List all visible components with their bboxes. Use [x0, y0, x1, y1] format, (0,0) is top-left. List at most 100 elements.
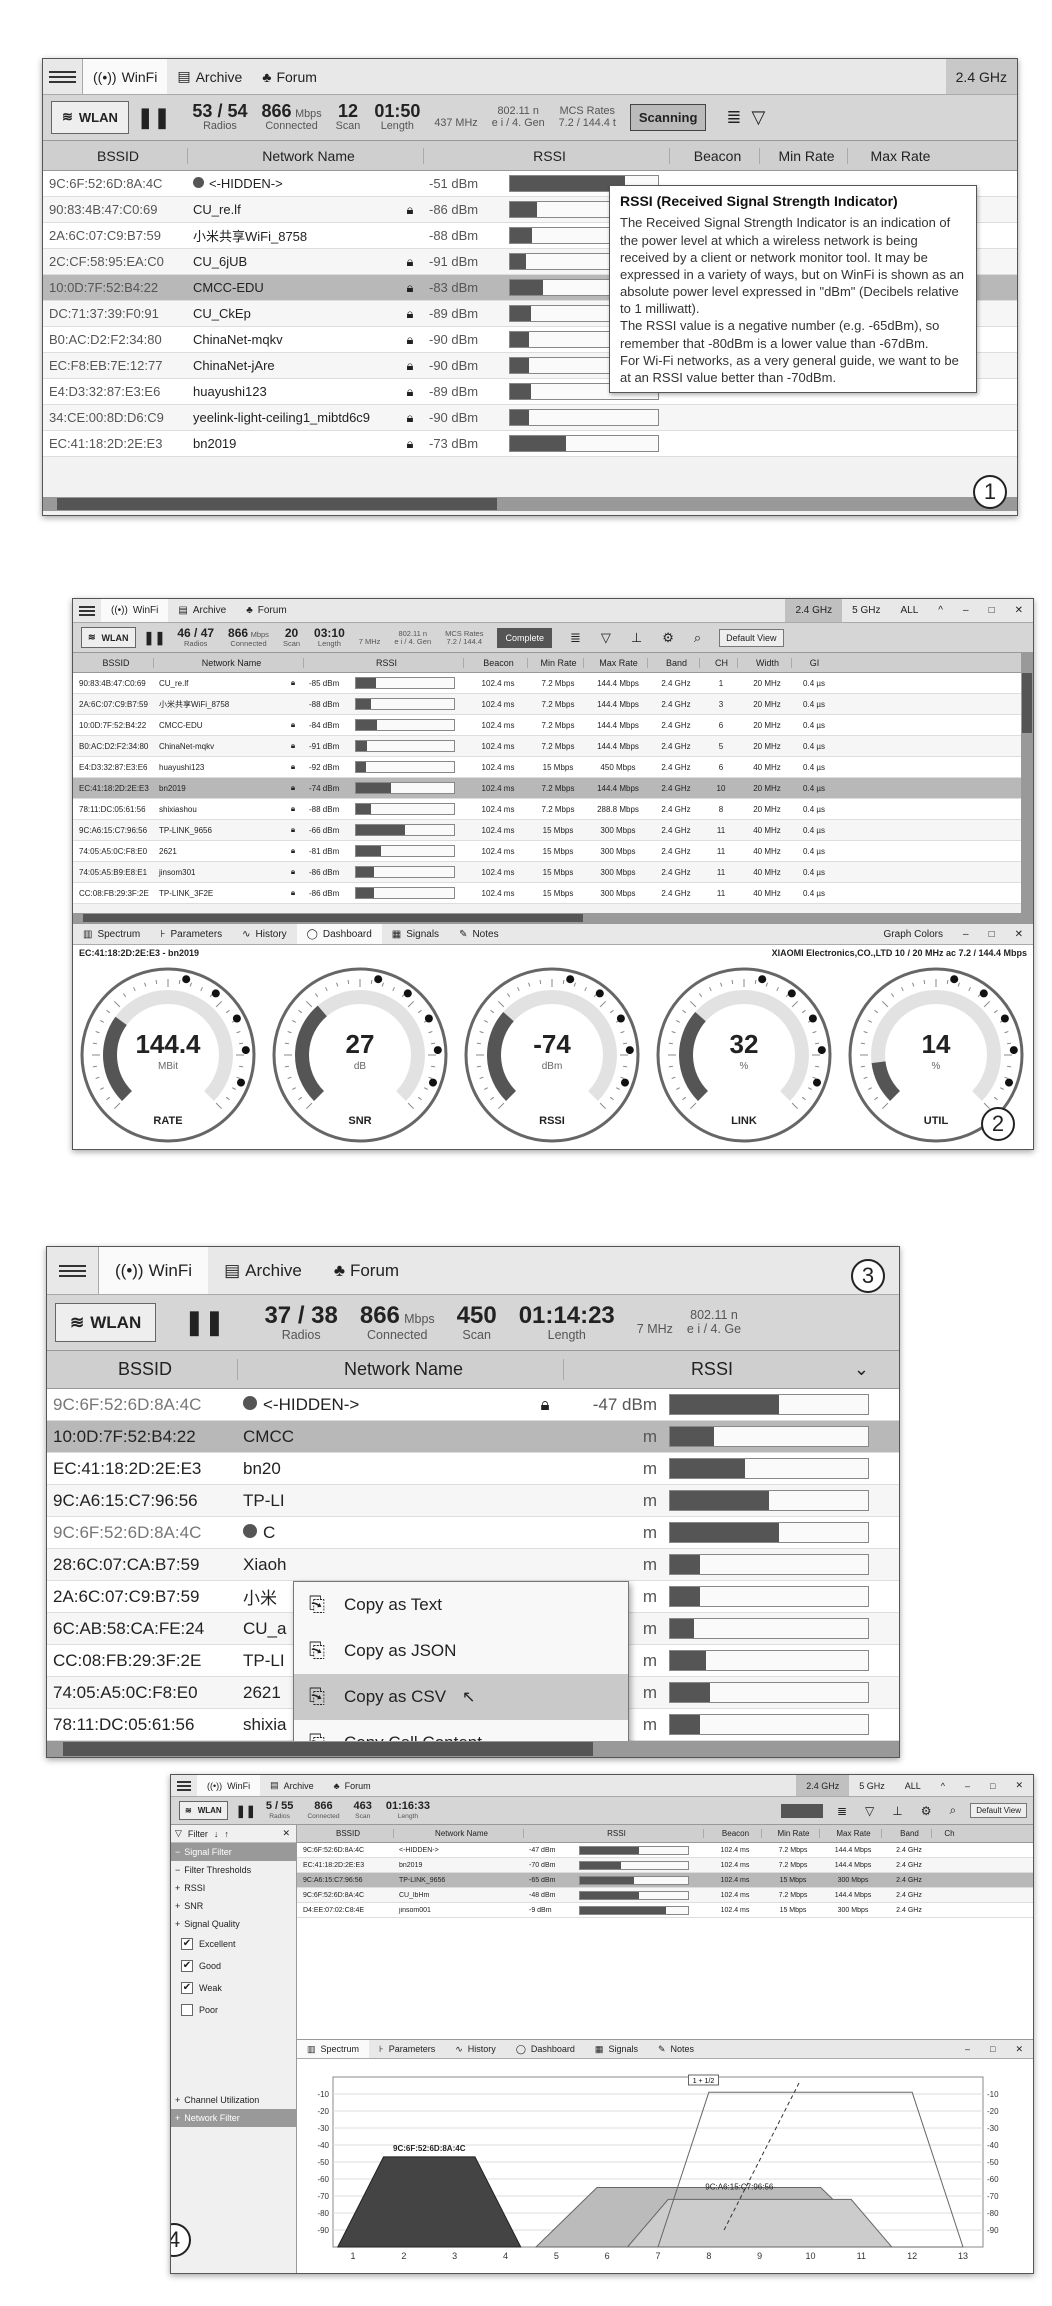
col-header[interactable]: Max Rate: [583, 657, 647, 668]
col-header[interactable]: Beacon: [463, 657, 527, 668]
tab-spectrum[interactable]: ▥ Spectrum: [73, 924, 150, 944]
table-row[interactable]: EC:41:18:2D:2E:E3 bn2019 🔒︎ -73 dBm: [43, 431, 1017, 457]
menu-button[interactable]: [43, 59, 83, 94]
col-header[interactable]: Band: [647, 657, 699, 668]
minimize-icon[interactable]: –: [953, 599, 979, 622]
search-icon[interactable]: ⌕: [950, 1803, 957, 1818]
col-beacon[interactable]: Beacon: [669, 147, 759, 164]
menu-item-copy-as-csv[interactable]: ⎘ Copy as CSV ↖: [294, 1674, 628, 1720]
col-bssid[interactable]: BSSID: [47, 1359, 237, 1380]
pause-button[interactable]: ❚❚: [184, 1308, 224, 1337]
pause-button[interactable]: ❚❚: [144, 630, 166, 646]
default-view-button[interactable]: Default View: [719, 628, 784, 647]
maximize-icon[interactable]: □: [979, 599, 1005, 622]
vertical-scrollbar[interactable]: [1021, 653, 1033, 913]
scrollbar-thumb[interactable]: [83, 914, 583, 922]
minimize-icon[interactable]: –: [953, 924, 979, 944]
filter-item[interactable]: + Channel Utilization: [171, 2091, 296, 2109]
wlan-button[interactable]: ≋ WLAN: [55, 1302, 157, 1343]
table-row[interactable]: B0:AC:D2:F2:34:80 ChinaNet-mqkv 🔒︎ -91 d…: [73, 736, 1021, 757]
tab-forum[interactable]: ♣ Forum: [318, 1247, 415, 1294]
menu-button[interactable]: [73, 599, 101, 622]
menu-item-copy-as-text[interactable]: ⎘ Copy as Text: [294, 1582, 628, 1628]
gear-icon[interactable]: ⚙: [921, 1804, 932, 1818]
band-all-button[interactable]: ALL: [895, 1775, 931, 1796]
col-header[interactable]: BSSID: [297, 1829, 393, 1838]
filter-icon[interactable]: ▽: [175, 1828, 182, 1839]
tab-archive[interactable]: ▤ Archive: [168, 599, 236, 622]
tab-parameters[interactable]: ⊦ Parameters: [150, 924, 232, 944]
wlan-button[interactable]: ≋ WLAN: [81, 627, 136, 648]
tab-forum[interactable]: ♣ Forum: [236, 599, 296, 622]
scrollbar-thumb[interactable]: [57, 498, 497, 510]
band-all-button[interactable]: ALL: [891, 599, 929, 622]
band-5-button[interactable]: 5 GHz: [849, 1775, 895, 1796]
complete-button[interactable]: [780, 1803, 823, 1818]
table-row[interactable]: 9C:A6:15:C7:96:56 TP-LINK_9656 -65 dBm 1…: [297, 1873, 1033, 1888]
col-min-rate[interactable]: Min Rate: [759, 147, 847, 164]
table-row[interactable]: EC:41:18:2D:2E:E3 bn20 m: [47, 1453, 899, 1485]
tab-dashboard[interactable]: ◯ Dashboard: [506, 2040, 585, 2058]
tab-parameters[interactable]: ⊦ Parameters: [369, 2040, 445, 2058]
maximize-icon[interactable]: □: [980, 1775, 1005, 1796]
minimize-icon[interactable]: –: [955, 2040, 980, 2058]
col-bssid[interactable]: BSSID: [73, 658, 153, 668]
col-header[interactable]: Ch: [931, 1829, 961, 1838]
tab-notes[interactable]: ✎ Notes: [648, 2040, 704, 2058]
col-header[interactable]: Max Rate: [819, 1829, 881, 1838]
tab-forum[interactable]: ♣ Forum: [324, 1775, 381, 1796]
table-row[interactable]: 9C:6F:52:6D:8A:4C <-HIDDEN-> 🔒︎ -47 dBm: [47, 1389, 899, 1421]
table-row[interactable]: 34:CE:00:8D:D6:C9 yeelink-light-ceiling1…: [43, 405, 1017, 431]
table-row[interactable]: 9C:A6:15:C7:96:56 TP-LI m: [47, 1485, 899, 1517]
menu-button[interactable]: [171, 1775, 197, 1796]
band-5-button[interactable]: 5 GHz: [842, 599, 890, 622]
tab-dashboard[interactable]: ◯ Dashboard: [296, 924, 382, 944]
arrow-up-icon[interactable]: ↑: [224, 1829, 229, 1839]
col-header[interactable]: Min Rate: [761, 1829, 819, 1838]
table-row[interactable]: E4:D3:32:87:E3:E6 huayushi123 🔒︎ -92 dBm…: [73, 757, 1021, 778]
filter-item[interactable]: + Signal Quality: [171, 1915, 296, 1933]
col-header[interactable]: RSSI: [523, 1829, 703, 1838]
horizontal-scrollbar[interactable]: [73, 913, 1033, 923]
quality-checkbox[interactable]: ✔ Weak: [171, 1977, 296, 1999]
col-max-rate[interactable]: Max Rate: [847, 147, 947, 164]
table-row[interactable]: 2A:6C:07:C9:B7:59 小米共享WiFi_8758 -88 dBm …: [73, 694, 1021, 715]
tab-forum[interactable]: ♣ Forum: [252, 59, 327, 94]
table-row[interactable]: EC:41:18:2D:2E:E3 bn2019 🔒︎ -74 dBm 102.…: [73, 778, 1021, 799]
columns-icon[interactable]: ≣: [726, 107, 741, 128]
col-network-name[interactable]: Network Name: [187, 147, 423, 164]
table-row[interactable]: 10:0D:7F:52:B4:22 CMCC m: [47, 1421, 899, 1453]
col-header[interactable]: Beacon: [703, 1829, 761, 1838]
filter-item[interactable]: + Network Filter: [171, 2109, 296, 2127]
col-rssi[interactable]: RSSI: [303, 657, 463, 668]
tab-signals[interactable]: ▦ Signals: [382, 924, 449, 944]
wlan-button[interactable]: ≋ WLAN: [51, 101, 129, 134]
arrow-down-icon[interactable]: ↓: [214, 1829, 219, 1839]
close-icon[interactable]: ✕: [282, 1828, 290, 1839]
menu-button[interactable]: [47, 1247, 99, 1294]
table-row[interactable]: 28:6C:07:CA:B7:59 Xiaoh m: [47, 1549, 899, 1581]
gear-icon[interactable]: ⚙: [662, 630, 674, 646]
tab-winfi[interactable]: ((•)) WinFi: [101, 599, 169, 622]
col-header[interactable]: GI: [791, 657, 831, 668]
col-network-name[interactable]: Network Name: [237, 1359, 563, 1380]
pin-icon[interactable]: ⊥: [892, 1804, 902, 1818]
table-row[interactable]: 74:05:A5:0C:F8:E0 2621 🔒︎ -81 dBm 102.4 …: [73, 841, 1021, 862]
search-icon[interactable]: ⌕: [694, 630, 701, 646]
tab-history[interactable]: ∿ History: [445, 2040, 506, 2058]
close-icon[interactable]: ✕: [1005, 599, 1033, 622]
maximize-icon[interactable]: □: [980, 2040, 1005, 2058]
col-header[interactable]: Min Rate: [527, 657, 583, 668]
filter-item[interactable]: − Filter Thresholds: [171, 1861, 296, 1879]
close-icon[interactable]: ✕: [1005, 924, 1033, 944]
filter-icon[interactable]: ▽: [751, 107, 765, 128]
table-row[interactable]: 9C:A6:15:C7:96:56 TP-LINK_9656 🔒︎ -66 dB…: [73, 820, 1021, 841]
maximize-icon[interactable]: □: [979, 924, 1005, 944]
quality-checkbox[interactable]: ✔ Good: [171, 1955, 296, 1977]
pause-button[interactable]: ❚❚: [236, 1804, 256, 1818]
table-row[interactable]: CC:08:FB:29:3F:2E TP-LINK_3F2E 🔒︎ -86 dB…: [73, 883, 1021, 904]
col-network-name[interactable]: Network Name: [153, 657, 303, 668]
table-row[interactable]: 9C:6F:52:6D:8A:4C C m: [47, 1517, 899, 1549]
close-icon[interactable]: ✕: [1005, 2040, 1033, 2058]
band-24-button[interactable]: 2.4 GHz: [785, 599, 843, 622]
